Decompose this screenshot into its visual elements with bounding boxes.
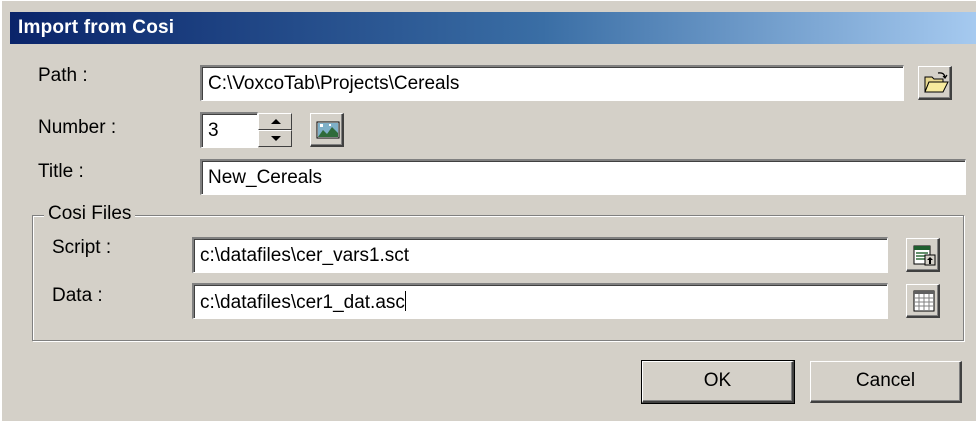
script-file-icon [913,245,936,266]
path-label: Path : [38,65,88,86]
cosi-files-group-label: Cosi Files [44,203,136,225]
spin-down-button[interactable] [258,130,292,147]
title-input[interactable]: New_Cereals [200,159,966,195]
browse-path-button[interactable] [918,66,952,100]
data-browse-button[interactable] [906,284,940,318]
number-action-button[interactable] [310,113,344,147]
spin-up-arrow-icon [271,119,281,124]
script-input[interactable]: c:\datafiles\cer_vars1.sct [192,237,888,273]
ok-button[interactable]: OK [641,360,795,404]
data-grid-icon [913,290,935,312]
open-folder-icon [924,72,949,93]
data-label: Data : [52,285,103,306]
data-input[interactable]: c:\datafiles\cer1_dat.asc [192,283,888,319]
number-input[interactable]: 3 [200,112,258,148]
import-dialog: Import from Cosi Path : C:\VoxcoTab\Proj… [0,0,976,421]
number-input-value: 3 [208,120,219,141]
dialog-title: Import from Cosi [18,17,175,38]
title-bar[interactable]: Import from Cosi [10,12,976,44]
text-caret [404,291,406,311]
spin-down-arrow-icon [271,136,281,141]
script-input-value: c:\datafiles\cer_vars1.sct [200,245,410,266]
title-input-value: New_Cereals [208,167,323,188]
title-label: Title : [38,161,84,182]
spin-up-button[interactable] [258,113,292,130]
script-label: Script : [52,237,112,258]
chart-image-icon [316,121,340,139]
number-label: Number : [38,117,117,138]
number-spinner[interactable] [258,113,292,147]
path-input-value: C:\VoxcoTab\Projects\Cereals [208,73,460,94]
cancel-button[interactable]: Cancel [810,361,962,403]
cosi-files-group [32,215,964,341]
path-input[interactable]: C:\VoxcoTab\Projects\Cereals [200,65,904,101]
script-browse-button[interactable] [906,238,940,272]
data-input-value: c:\datafiles\cer1_dat.asc [200,292,405,313]
